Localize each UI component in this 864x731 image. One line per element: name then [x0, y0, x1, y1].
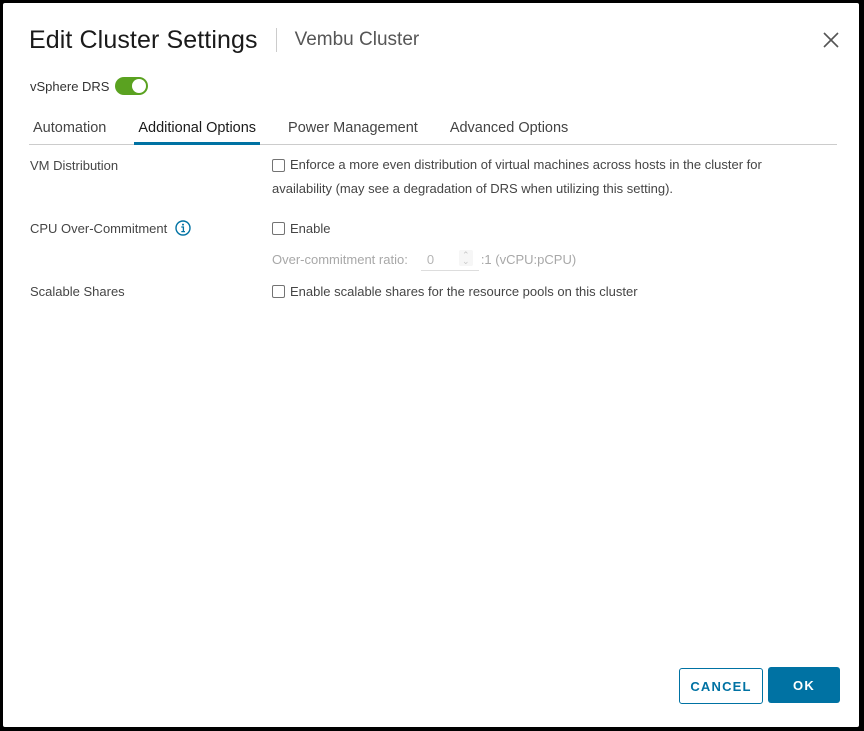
scalable-shares-label-text: Scalable Shares — [30, 284, 125, 299]
ok-button[interactable]: OK — [768, 667, 840, 703]
info-icon[interactable] — [175, 220, 191, 236]
close-icon — [823, 32, 839, 48]
toggle-knob — [132, 79, 147, 93]
scalable-shares-option: Enable scalable shares for the resource … — [272, 284, 638, 299]
cpu-overcommit-enable-text: Enable — [290, 221, 331, 236]
overcommit-ratio-suffix: :1 (vCPU:pCPU) — [480, 252, 577, 267]
vm-distribution-text-line1: Enforce a more even distribution of virt… — [290, 157, 762, 172]
vm-distribution-checkbox[interactable] — [272, 158, 285, 172]
ratio-spinner-icon[interactable]: ⌃ ⌄ — [458, 250, 473, 266]
overcommit-ratio-input[interactable]: 0 ⌃ ⌄ — [420, 248, 479, 271]
vsphere-drs-label: vSphere DRS — [30, 78, 110, 94]
scalable-shares-text: Enable scalable shares for the resource … — [290, 284, 638, 299]
overcommit-ratio-value: 0 — [426, 251, 435, 267]
edit-cluster-settings-dialog: Edit Cluster Settings Vembu Cluster vSph… — [3, 3, 859, 727]
dialog-header: Edit Cluster Settings Vembu Cluster — [29, 24, 419, 56]
overcommit-ratio-row: Over-commitment ratio: 0 ⌃ ⌄ :1 (vCPU:pCP… — [272, 248, 576, 271]
dialog-title: Edit Cluster Settings — [29, 25, 258, 54]
cancel-button[interactable]: CANCEL — [679, 668, 763, 704]
close-button[interactable] — [821, 30, 841, 50]
vm-distribution-text-line2: availability (may see a degradation of D… — [272, 181, 674, 196]
vm-distribution-label: VM Distribution — [30, 158, 118, 173]
vm-distribution-label-text: VM Distribution — [30, 158, 119, 173]
cpu-overcommit-option: Enable — [272, 221, 330, 236]
overcommit-ratio-label: Over-commitment ratio: — [272, 252, 408, 267]
title-divider — [275, 28, 277, 52]
vsphere-drs-toggle[interactable] — [115, 77, 149, 95]
scalable-shares-label: Scalable Shares — [30, 284, 125, 299]
cpu-overcommit-label: CPU Over-Commitment — [30, 220, 191, 236]
tab-automation[interactable]: Automation — [29, 116, 110, 143]
tab-power-management[interactable]: Power Management — [284, 116, 422, 143]
settings-tabs: Automation Additional Options Power Mana… — [29, 116, 837, 145]
tab-advanced-options[interactable]: Advanced Options — [446, 116, 573, 143]
vm-distribution-option: Enforce a more even distribution of virt… — [272, 153, 762, 201]
scalable-shares-checkbox[interactable] — [272, 285, 285, 298]
vsphere-drs-row: vSphere DRS — [30, 77, 149, 95]
cpu-overcommit-label-text: CPU Over-Commitment — [30, 220, 168, 236]
cpu-overcommit-checkbox[interactable] — [272, 222, 285, 235]
tab-additional-options[interactable]: Additional Options — [134, 116, 260, 145]
dialog-subtitle: Vembu Cluster — [294, 29, 420, 50]
